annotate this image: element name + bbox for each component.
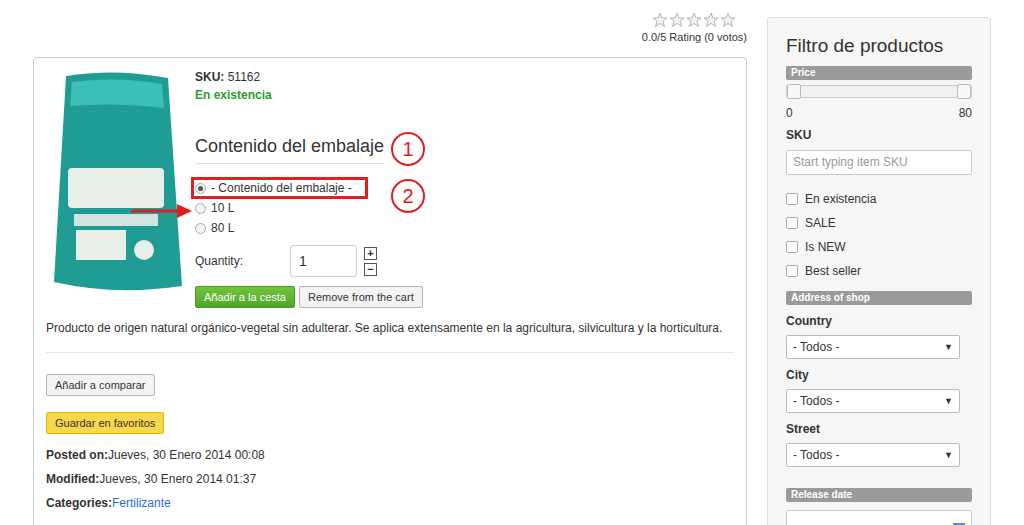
radio-icon[interactable] — [195, 223, 206, 234]
product-card: SKU: 51162En existencia Contenido del emb… — [33, 57, 747, 525]
address-header: Address of shop — [786, 291, 972, 305]
checkbox-list: En existenciaSALEIs NEWBest seller — [786, 187, 972, 283]
checkbox-icon[interactable] — [786, 217, 798, 229]
meta-line: Categories:Fertilizante — [46, 491, 734, 515]
calendar-icon[interactable] — [953, 522, 965, 525]
annotation-marker: 2 — [391, 179, 425, 213]
category-link[interactable]: Fertilizante — [112, 496, 171, 510]
slider-handle[interactable] — [787, 84, 801, 99]
select-group: Country - Todos -▼ — [786, 314, 972, 359]
select-label: City — [786, 368, 972, 382]
checkbox-icon[interactable] — [786, 241, 798, 253]
product-photo — [46, 68, 186, 296]
main-column: 0.0/5 Rating (0 votos) SKU: 51162En exist… — [33, 0, 747, 525]
description: Producto de origen natural orgánico-vege… — [46, 320, 734, 336]
select-group: Street - Todos -▼ — [786, 422, 972, 467]
sku: SKU: 51162 — [195, 68, 734, 86]
checkbox-icon[interactable] — [786, 193, 798, 205]
quantity-row: Quantity:1+− — [195, 245, 734, 277]
remove-from-cart-button[interactable]: Remove from the cart — [299, 286, 423, 308]
separator — [46, 352, 734, 353]
checkbox-row[interactable]: Best seller — [786, 259, 972, 283]
stock-status: En existencia — [195, 86, 734, 104]
page: 0.0/5 Rating (0 votos)SKU: 51162En exist… — [0, 0, 1024, 525]
select[interactable]: - Todos -▼ — [786, 335, 960, 359]
option-title: Contenido del embalaje — [195, 135, 385, 164]
star-icon[interactable] — [652, 12, 668, 28]
sidebar-title: Filtro de productos — [786, 34, 972, 58]
meta-list: Posted on:Jueves, 30 Enero 2014 00:08Mod… — [46, 443, 734, 515]
select[interactable]: - Todos -▼ — [786, 443, 960, 467]
option-label[interactable]: 10 L — [195, 201, 246, 215]
product-top: SKU: 51162En existencia Contenido del emb… — [46, 68, 734, 308]
favorite-button[interactable]: Guardar en favoritos — [46, 412, 164, 434]
meta-line: Modified:Jueves, 30 Enero 2014 01:37 — [46, 467, 734, 491]
select-label: Country — [786, 314, 972, 328]
star-icon[interactable] — [669, 12, 685, 28]
price-labels: 080 — [786, 106, 972, 120]
option-row[interactable]: 80 L — [195, 218, 734, 238]
plus-button[interactable]: + — [364, 247, 377, 260]
checkbox-row[interactable]: Is NEW — [786, 235, 972, 259]
quantity-input[interactable]: 1 — [290, 245, 357, 277]
select-label: Street — [786, 422, 972, 436]
compare-button[interactable]: Añadir a comparar — [46, 374, 155, 396]
radio-icon[interactable] — [195, 183, 206, 194]
checkbox-row[interactable]: En existencia — [786, 187, 972, 211]
rating-text: 0.0/5 Rating (0 votos) — [642, 30, 747, 44]
product-details: SKU: 51162En existencia Contenido del emb… — [195, 68, 734, 308]
stars[interactable] — [652, 12, 736, 28]
filter-sidebar: Filtro de productos Price 080 SKU Start typi… — [767, 17, 991, 525]
star-icon[interactable] — [720, 12, 736, 28]
option-label[interactable]: - Contenido del embalaje - — [195, 181, 364, 195]
select-group: City - Todos -▼ — [786, 368, 972, 413]
quantity-label: Quantity: — [195, 254, 290, 268]
price-header: Price — [786, 66, 972, 80]
cart-buttons: Añadir a la cestaRemove from the cart — [195, 286, 734, 308]
sku-label: SKU — [786, 128, 972, 142]
checkbox-icon[interactable] — [786, 265, 798, 277]
annotation-marker: 1 — [391, 132, 425, 166]
option-row[interactable]: - Contenido del embalaje - — [195, 178, 734, 198]
meta-line: Posted on:Jueves, 30 Enero 2014 00:08 — [46, 443, 734, 467]
add-to-cart-button[interactable]: Añadir a la cesta — [195, 286, 295, 308]
option-row[interactable]: 10 L — [195, 198, 734, 218]
release-date-input[interactable] — [786, 510, 972, 525]
checkbox-row[interactable]: SALE — [786, 211, 972, 235]
option-label[interactable]: 80 L — [195, 221, 246, 235]
quantity-buttons: +− — [364, 247, 377, 276]
radio-icon[interactable] — [195, 203, 206, 214]
sku-input[interactable]: Start typing item SKU — [786, 150, 972, 175]
minus-button[interactable]: − — [364, 263, 377, 276]
arrow-icon — [129, 203, 193, 219]
price-range — [787, 86, 971, 97]
bag-photo-icon — [46, 68, 186, 296]
star-icon[interactable] — [686, 12, 702, 28]
radio-dot-icon — [198, 186, 203, 191]
release-header: Release date — [786, 488, 972, 502]
star-icon[interactable] — [703, 12, 719, 28]
rating: 0.0/5 Rating (0 votos) — [642, 12, 747, 44]
select[interactable]: - Todos -▼ — [786, 389, 960, 413]
option-list: - Contenido del embalaje - 10 L 80 L — [195, 178, 734, 238]
price-slider[interactable] — [786, 85, 972, 98]
slider-handle[interactable] — [957, 84, 971, 99]
